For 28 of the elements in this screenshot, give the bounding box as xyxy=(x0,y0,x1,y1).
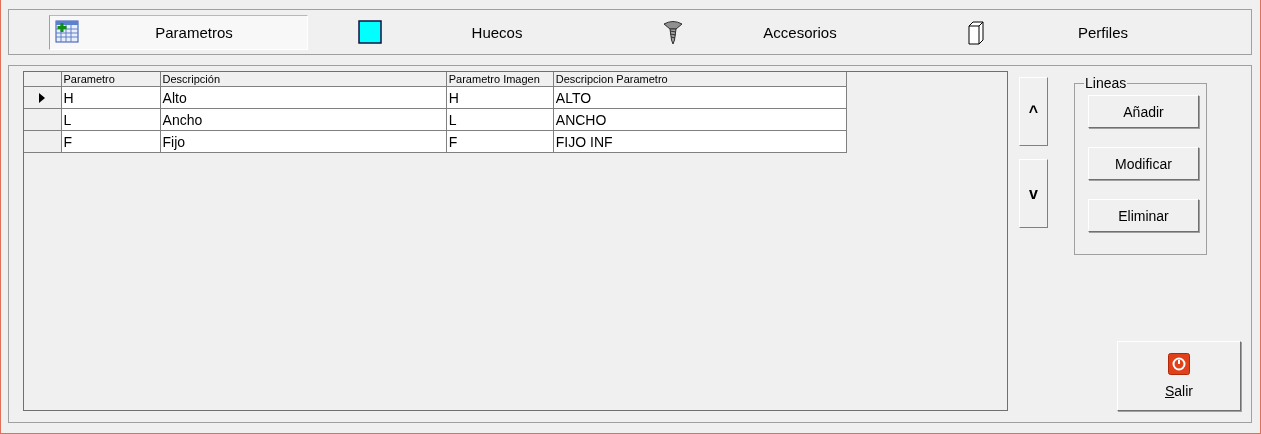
tab[interactable]: Perfiles xyxy=(958,14,1217,50)
action-button[interactable]: Eliminar xyxy=(1088,199,1199,232)
table-cell: ANCHO xyxy=(553,108,847,131)
column-header[interactable]: Descripción xyxy=(160,72,447,87)
move-up-button[interactable]: ^ xyxy=(1019,77,1048,146)
tab[interactable]: Accesorios xyxy=(655,14,914,50)
column-header[interactable]: Parametro Imagen xyxy=(446,72,554,87)
current-row-icon xyxy=(39,92,46,103)
power-icon xyxy=(1168,353,1190,375)
action-button[interactable]: Añadir xyxy=(1088,95,1199,128)
table-cell: FIJO INF xyxy=(553,130,847,153)
exit-button[interactable]: Salir xyxy=(1117,341,1241,411)
screw-icon xyxy=(663,19,683,45)
column-header[interactable]: Parametro xyxy=(61,72,161,87)
calendar-icon xyxy=(54,20,80,44)
row-indicator[interactable] xyxy=(24,86,61,109)
table-cell: Alto xyxy=(160,86,447,109)
square-icon xyxy=(358,20,382,44)
move-down-button[interactable]: v xyxy=(1019,159,1048,228)
action-button[interactable]: Modificar xyxy=(1088,147,1199,180)
column-header[interactable]: Descripcion Parametro xyxy=(553,72,847,87)
group-title: Lineas xyxy=(1084,75,1128,91)
tab[interactable]: Huecos xyxy=(352,14,611,50)
table-cell: ALTO xyxy=(553,86,847,109)
tab[interactable]: Parametros xyxy=(49,14,308,50)
prism-icon xyxy=(968,19,984,45)
table-cell: Fijo xyxy=(160,130,447,153)
table-cell: Ancho xyxy=(160,108,447,131)
